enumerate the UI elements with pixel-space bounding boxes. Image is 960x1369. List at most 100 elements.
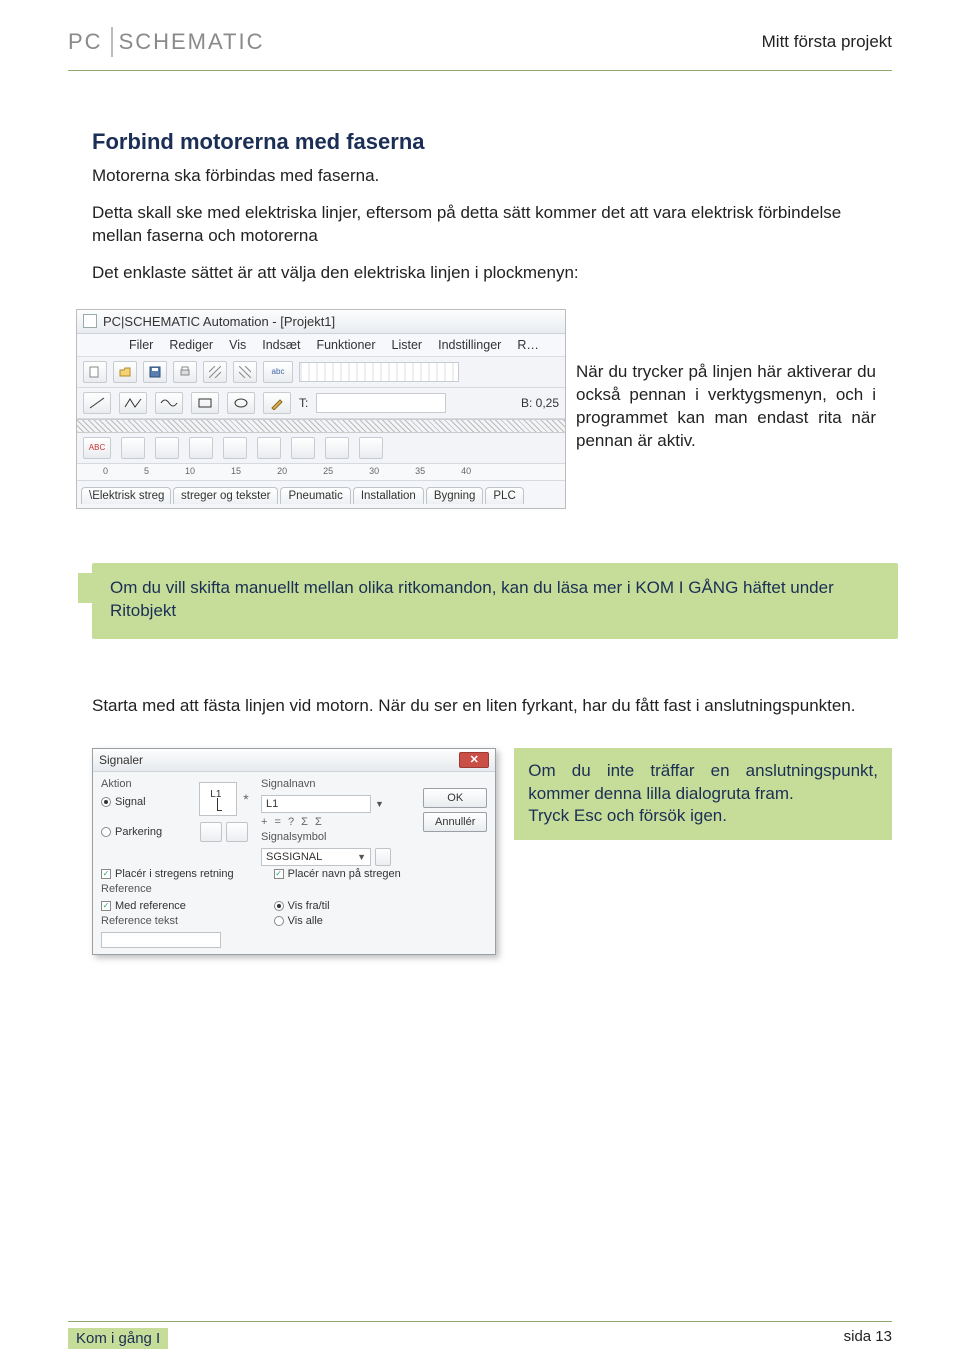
tab-item[interactable]: streger og tekster — [173, 487, 278, 504]
mini-btn[interactable] — [223, 437, 247, 459]
radio-parkering[interactable]: Parkering — [101, 826, 187, 838]
signalsymbol-select[interactable]: SGSIGNAL▼ — [261, 848, 371, 866]
stepper-icon[interactable] — [375, 848, 391, 866]
toolbar-mini: ABC — [77, 433, 565, 464]
select-value: SGSIGNAL — [266, 851, 322, 863]
callout-text: Om du vill skifta manuellt mellan olika … — [110, 578, 834, 620]
formula-row: + = ? Σ Σ — [261, 816, 391, 828]
menu-item[interactable]: Vis — [229, 338, 246, 352]
ruler-tick: 15 — [231, 466, 241, 476]
signalnavn-label: Signalnavn — [261, 778, 391, 790]
chk-placer-streg[interactable]: Placér i stregens retning — [101, 868, 234, 880]
flip-h-icon[interactable] — [200, 822, 222, 842]
menu-item[interactable]: Funktioner — [316, 338, 375, 352]
reference-label: Reference — [101, 883, 234, 895]
close-icon[interactable]: ✕ — [459, 752, 489, 768]
menu-item[interactable]: Indstillinger — [438, 338, 501, 352]
logo-left: PC — [68, 29, 103, 55]
ruler-tick: 5 — [144, 466, 149, 476]
tab-elektrisk[interactable]: \Elektrisk streg — [81, 487, 171, 504]
polyline-tool-icon[interactable] — [119, 392, 147, 414]
mini-btn[interactable] — [155, 437, 179, 459]
intro-p1: Motorerna ska förbindas med faserna. — [92, 165, 892, 188]
ok-button[interactable]: OK — [423, 788, 487, 808]
open-icon[interactable] — [113, 361, 137, 383]
window-titlebar: PC|SCHEMATIC Automation - [Projekt1] — [77, 310, 565, 334]
t-label: T: — [299, 396, 308, 410]
line-tool-icon[interactable] — [83, 392, 111, 414]
ellipse-tool-icon[interactable] — [227, 392, 255, 414]
pattern-field[interactable] — [299, 362, 459, 382]
mini-btn[interactable] — [291, 437, 315, 459]
logo-divider — [111, 27, 113, 57]
tab-item[interactable]: Installation — [353, 487, 424, 504]
radio-signal[interactable]: Signal — [101, 796, 187, 808]
toolbar-shapes: T: B: 0,25 — [77, 388, 565, 419]
dropdown-icon[interactable]: ▼ — [375, 799, 384, 809]
footer-rule — [68, 1321, 892, 1322]
pen-tool-icon[interactable] — [263, 392, 291, 414]
t-field[interactable] — [316, 393, 446, 413]
menu-item[interactable]: Filer — [129, 338, 153, 352]
note-line1: Om du inte träffar en anslutningspunkt, … — [528, 760, 878, 806]
tab-item[interactable]: PLC — [485, 487, 523, 504]
dialog-title: Signaler — [99, 753, 143, 767]
mini-btn[interactable] — [257, 437, 281, 459]
mini-btn[interactable] — [325, 437, 349, 459]
menu-item[interactable]: Lister — [392, 338, 423, 352]
window-title: PC|SCHEMATIC Automation - [Projekt1] — [103, 314, 335, 329]
hatch-icon[interactable] — [203, 361, 227, 383]
chk-med-reference[interactable]: Med reference — [101, 900, 234, 912]
chk-placer-navn[interactable]: Placér navn på stregen — [274, 868, 401, 880]
signalnavn-input[interactable]: L1 — [261, 795, 371, 813]
radio-label: Vis alle — [288, 915, 323, 927]
menu-item[interactable]: R… — [517, 338, 539, 352]
new-icon[interactable] — [83, 361, 107, 383]
note-line2: Tryck Esc och försök igen. — [528, 805, 878, 828]
aktion-label: Aktion — [101, 778, 187, 790]
callout-box: Om du vill skifta manuellt mellan olika … — [92, 563, 898, 639]
menu-item[interactable]: Rediger — [169, 338, 213, 352]
brand-logo: PC SCHEMATIC — [68, 27, 265, 57]
app-screenshot: PC|SCHEMATIC Automation - [Projekt1] Fil… — [76, 309, 566, 509]
p-start-line: Starta med att fästa linjen vid motorn. … — [92, 695, 868, 718]
reference-tekst-input[interactable] — [101, 932, 221, 948]
hatch2-icon[interactable] — [233, 361, 257, 383]
radio-vis-alle[interactable]: Vis alle — [274, 915, 401, 927]
tab-label: Elektrisk streg — [92, 490, 164, 502]
menubar: Filer Rediger Vis Indsæt Funktioner List… — [77, 334, 565, 357]
wave-tool-icon[interactable] — [155, 392, 183, 414]
doc-title: Mitt första projekt — [762, 32, 892, 52]
ruler-tick: 35 — [415, 466, 425, 476]
tab-item[interactable]: Bygning — [426, 487, 484, 504]
page-number: sida 13 — [844, 1328, 892, 1345]
mini-btn[interactable] — [189, 437, 213, 459]
rect-tool-icon[interactable] — [191, 392, 219, 414]
tabstrip: \Elektrisk streg streger og tekster Pneu… — [77, 481, 565, 508]
check-label: Placér navn på stregen — [288, 868, 401, 880]
menu-item[interactable]: Indsæt — [262, 338, 300, 352]
ruler: 0 5 10 15 20 25 30 35 40 — [77, 464, 565, 481]
note-box: Om du inte träffar en anslutningspunkt, … — [514, 748, 892, 841]
symbol-preview — [199, 782, 237, 816]
check-label: Placér i stregens retning — [115, 868, 234, 880]
doc-icon — [101, 338, 113, 350]
radio-label: Parkering — [115, 826, 162, 838]
tab-item[interactable]: Pneumatic — [280, 487, 350, 504]
callout-tab — [78, 573, 92, 603]
radio-vis-fra[interactable]: Vis fra/til — [274, 900, 401, 912]
mini-btn[interactable] — [121, 437, 145, 459]
intro-p3: Det enklaste sättet är att välja den ele… — [92, 262, 892, 285]
section-heading: Forbind motorerna med faserna — [92, 129, 892, 155]
mini-btn[interactable] — [359, 437, 383, 459]
reference-tekst-label: Reference tekst — [101, 915, 234, 927]
abc-icon[interactable]: abc — [263, 361, 293, 383]
flip-v-icon[interactable] — [226, 822, 248, 842]
radio-label: Vis fra/til — [288, 900, 330, 912]
abc-red-icon[interactable]: ABC — [83, 437, 111, 459]
ruler-tick: 25 — [323, 466, 333, 476]
print-icon[interactable] — [173, 361, 197, 383]
intro-p2: Detta skall ske med elektriska linjer, e… — [92, 202, 892, 248]
save-icon[interactable] — [143, 361, 167, 383]
cancel-button[interactable]: Annullér — [423, 812, 487, 832]
